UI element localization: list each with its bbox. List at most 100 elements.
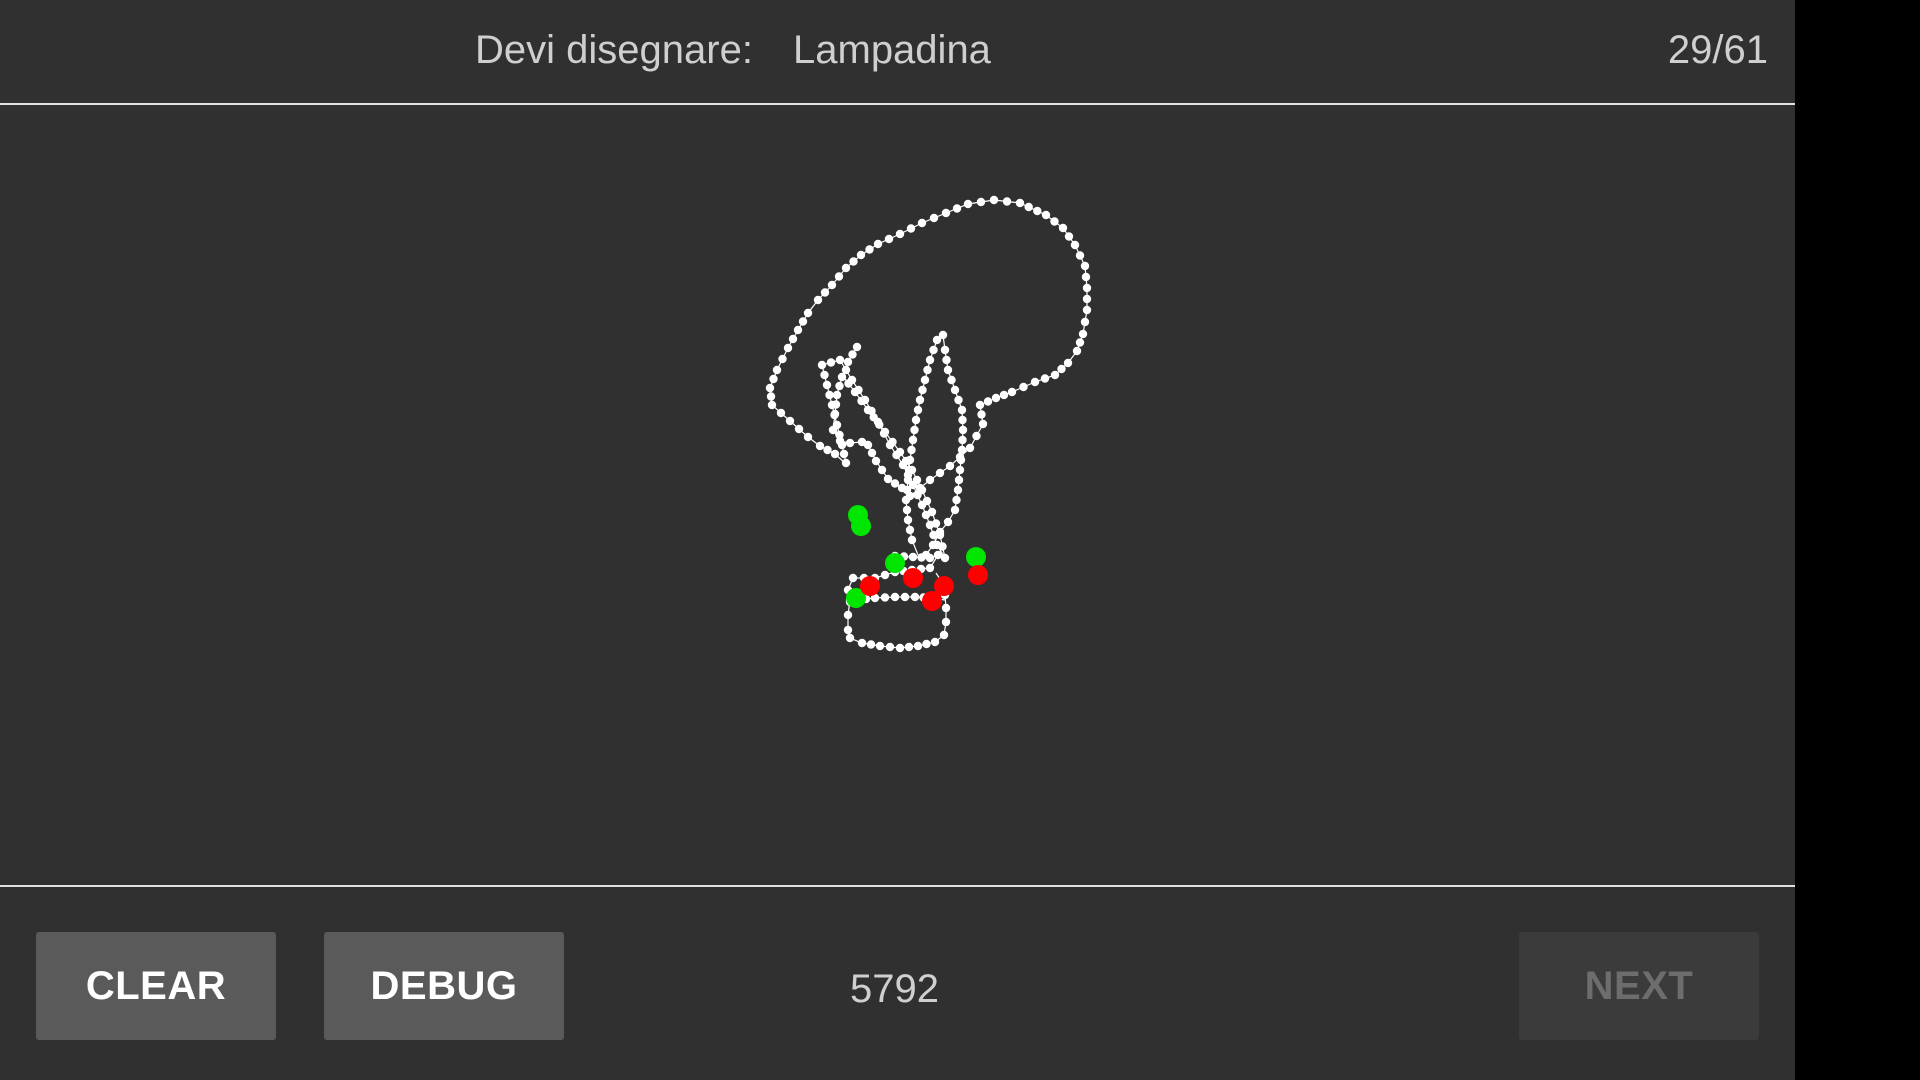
stroke-dot xyxy=(933,550,943,560)
stroke-dot xyxy=(963,199,973,209)
stroke-dot xyxy=(927,507,937,517)
stroke-dot xyxy=(939,630,949,640)
stroke-dot xyxy=(929,345,938,355)
stroke-dot xyxy=(820,370,829,380)
stroke-dot xyxy=(932,335,942,345)
stroke-dot xyxy=(953,485,963,495)
stroke-dot xyxy=(826,358,836,367)
stroke-dot xyxy=(880,593,890,602)
stroke-dot xyxy=(857,638,867,648)
drawing-surface[interactable] xyxy=(0,105,1795,886)
stroke-dot xyxy=(832,390,842,400)
stroke-dot xyxy=(852,342,862,352)
stroke-dot xyxy=(832,420,842,430)
stroke-dot xyxy=(841,365,851,375)
stroke-dot xyxy=(895,447,905,457)
stroke-dot xyxy=(767,400,777,410)
stroke-dot xyxy=(1063,358,1073,368)
stroke-dot xyxy=(856,250,866,260)
debug-button[interactable]: DEBUG xyxy=(324,932,564,1040)
stroke-dot xyxy=(929,213,939,223)
stroke-dot xyxy=(1058,223,1068,233)
footer-bar: CLEAR DEBUG 5792 NEXT xyxy=(0,885,1795,1080)
stroke-dot xyxy=(866,640,876,649)
stroke-dot xyxy=(776,408,786,418)
drawing-canvas[interactable] xyxy=(0,105,1795,886)
stroke-dot xyxy=(902,485,912,495)
stroke-dot xyxy=(871,456,881,466)
stroke-dot xyxy=(943,517,953,527)
stroke-dot xyxy=(902,505,912,515)
stroke-dot xyxy=(834,272,844,281)
stroke-dot xyxy=(865,245,874,254)
stroke-dot xyxy=(888,437,897,447)
miss-marker xyxy=(922,591,942,611)
stroke-dot xyxy=(843,625,853,635)
stroke-dot xyxy=(843,357,853,367)
miss-marker xyxy=(860,576,880,596)
stroke-dot xyxy=(1082,305,1092,315)
stroke-dot xyxy=(835,381,844,391)
stroke-dot xyxy=(906,224,916,233)
stroke-dot xyxy=(798,317,808,326)
next-button[interactable]: NEXT xyxy=(1519,932,1759,1040)
stroke-dot xyxy=(983,397,993,406)
stroke-dot xyxy=(922,496,932,506)
stroke-dot xyxy=(965,443,975,453)
stroke-dot xyxy=(930,637,940,647)
stroke-dot xyxy=(904,642,914,652)
stroke-dot xyxy=(925,355,935,365)
stroke-dot xyxy=(1002,197,1012,206)
stroke-dot xyxy=(938,542,947,551)
stroke-dot xyxy=(958,415,967,425)
stroke-dot xyxy=(766,392,776,401)
stroke-dot xyxy=(794,424,804,434)
stroke-dot xyxy=(941,617,951,627)
stroke-dot xyxy=(788,334,798,344)
stroke-dot xyxy=(1080,317,1090,327)
stroke-dot xyxy=(890,479,900,488)
stroke-dot xyxy=(976,197,986,207)
stroke-dot xyxy=(956,455,966,465)
stroke-dot xyxy=(923,365,932,375)
stroke-dot xyxy=(830,449,840,459)
stroke-dot xyxy=(869,413,878,422)
stroke-dot xyxy=(875,641,885,651)
prompt-label: Devi disegnare: xyxy=(475,28,753,72)
match-marker xyxy=(966,547,986,567)
stroke-dot xyxy=(823,445,832,455)
stroke-dot xyxy=(867,448,877,458)
clear-button[interactable]: CLEAR xyxy=(36,932,276,1040)
stroke-dot xyxy=(1050,370,1060,380)
stroke-dot xyxy=(1082,294,1092,304)
stroke-dot xyxy=(917,485,927,495)
stroke-dot xyxy=(931,519,941,528)
stroke-dot xyxy=(803,432,813,442)
stroke-dot xyxy=(918,385,927,395)
stroke-dot xyxy=(925,475,935,485)
stroke-dot xyxy=(1075,338,1085,347)
stroke-dot xyxy=(955,465,965,475)
stroke-line xyxy=(769,199,1088,497)
stroke-dot xyxy=(1015,198,1025,208)
stroke-dot xyxy=(925,563,935,573)
stroke-dot xyxy=(857,396,866,406)
miss-marker xyxy=(903,568,923,588)
stroke-dot xyxy=(895,643,905,653)
stroke-dot xyxy=(954,395,963,405)
stroke-dot xyxy=(905,455,915,465)
stroke-dot xyxy=(941,208,951,218)
target-word: Lampadina xyxy=(793,28,991,72)
stroke-dot xyxy=(940,345,950,355)
stroke-dot xyxy=(822,380,832,390)
stroke-dot xyxy=(1078,329,1088,339)
stroke-dot xyxy=(1040,374,1050,383)
stroke-dot xyxy=(978,419,988,429)
user-strokes xyxy=(765,195,1092,653)
stroke-dot xyxy=(769,374,778,384)
stroke-dot xyxy=(935,527,945,537)
stroke-dot xyxy=(841,263,851,273)
stroke-dot xyxy=(1033,206,1042,216)
stroke-dot xyxy=(903,515,913,525)
miss-marker xyxy=(968,565,988,585)
